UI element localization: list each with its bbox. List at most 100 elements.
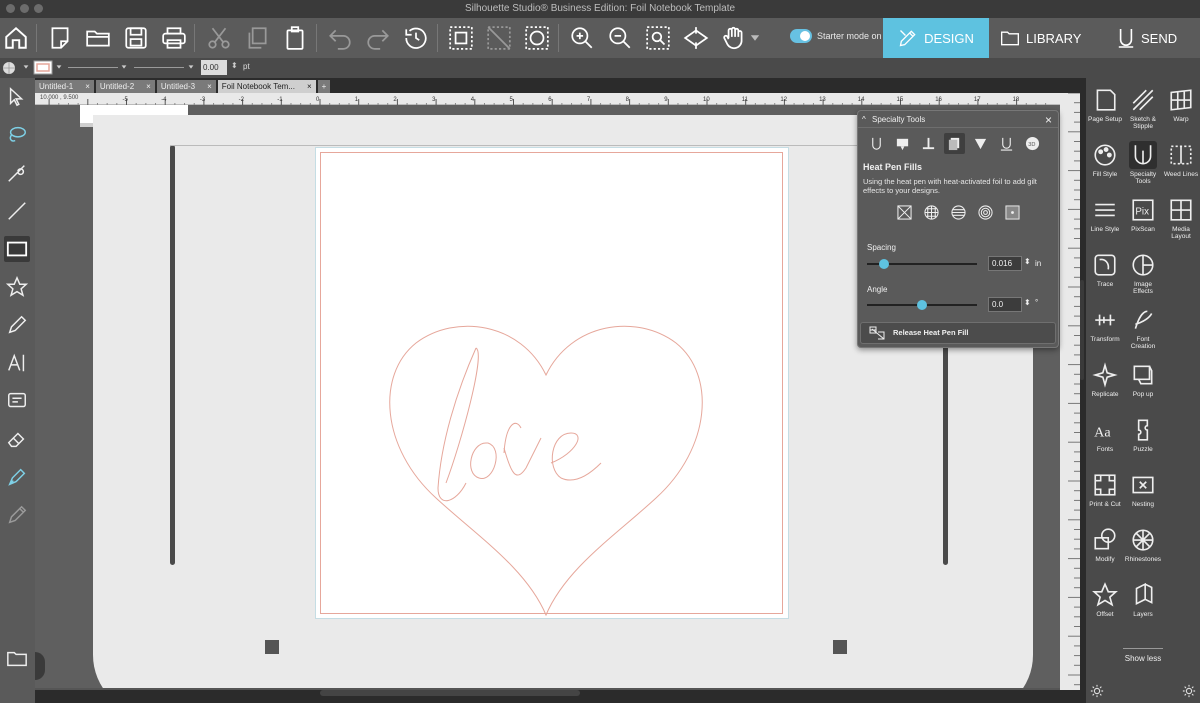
line-style-preview[interactable] xyxy=(68,67,118,68)
panel-trace[interactable]: Trace xyxy=(1086,247,1124,301)
fit-to-page-icon[interactable] xyxy=(680,22,712,54)
text-box-tool-icon[interactable] xyxy=(4,388,30,414)
panel-fonts[interactable]: Aa Fonts xyxy=(1086,412,1124,466)
save-icon[interactable] xyxy=(120,22,152,54)
panel-modify[interactable]: Modify xyxy=(1086,522,1124,576)
lines-fill-icon[interactable] xyxy=(950,204,967,221)
folder-icon[interactable] xyxy=(4,646,30,672)
minimize-window-button[interactable] xyxy=(20,4,29,13)
panel-transform[interactable]: Transform xyxy=(1086,302,1124,356)
panel-page-setup[interactable]: Page Setup xyxy=(1086,82,1124,136)
panel-warp[interactable]: Warp xyxy=(1162,82,1200,136)
close-tab-icon[interactable]: × xyxy=(307,80,312,93)
angle-slider[interactable] xyxy=(867,300,977,310)
spacing-slider-knob[interactable] xyxy=(878,259,889,269)
panel-print-cut[interactable]: Print & Cut xyxy=(1086,467,1124,521)
tab-untitled-1[interactable]: Untitled-1 × xyxy=(35,80,94,93)
compound-path-icon[interactable] xyxy=(521,22,553,54)
chevron-down-icon[interactable] xyxy=(22,63,30,71)
eyedropper-tool-icon[interactable] xyxy=(4,502,30,528)
panel-image-effects[interactable]: Image Effects xyxy=(1124,247,1162,301)
zoom-selection-icon[interactable] xyxy=(642,22,674,54)
pan-hand-icon[interactable] xyxy=(718,22,750,54)
heat-pen-fill-tool-icon[interactable] xyxy=(944,133,965,154)
tab-untitled-3[interactable]: Untitled-3 × xyxy=(156,80,216,93)
zoom-out-icon[interactable] xyxy=(604,22,636,54)
home-icon[interactable] xyxy=(0,22,32,54)
panel-specialty-tools[interactable]: Specialty Tools xyxy=(1124,137,1162,191)
vertical-scrollbar[interactable] xyxy=(1080,280,1084,380)
no-fill-icon[interactable] xyxy=(896,204,913,221)
point-edit-tool-icon[interactable] xyxy=(4,122,30,148)
zoom-in-icon[interactable] xyxy=(566,22,598,54)
release-heat-pen-fill-button[interactable]: Release Heat Pen Fill xyxy=(860,322,1056,344)
engrave-tool-icon[interactable] xyxy=(996,133,1017,154)
select-tool-icon[interactable] xyxy=(4,84,30,110)
eraser-tool-icon[interactable] xyxy=(4,426,30,452)
settings-gear-icon[interactable] xyxy=(1090,684,1104,698)
panel-replicate[interactable]: Replicate xyxy=(1086,357,1124,411)
concentric-fill-icon[interactable] xyxy=(977,204,994,221)
panel-font-creation[interactable]: Font Creation xyxy=(1124,302,1162,356)
collapse-icon[interactable]: ^ xyxy=(862,111,866,128)
design-tab[interactable]: DESIGN xyxy=(883,18,989,58)
chevron-down-icon[interactable] xyxy=(55,63,63,71)
spacing-slider[interactable] xyxy=(867,259,977,269)
zoom-window-button[interactable] xyxy=(34,4,43,13)
line-width-preview[interactable] xyxy=(134,67,184,68)
close-icon[interactable]: × xyxy=(1045,112,1052,129)
panel-nesting[interactable]: Nesting xyxy=(1124,467,1162,521)
open-folder-icon[interactable] xyxy=(82,22,114,54)
panel-header[interactable]: ^ Specialty Tools × xyxy=(858,111,1058,128)
solid-fill-icon[interactable] xyxy=(1004,204,1021,221)
heat-pen-tool-icon[interactable] xyxy=(866,133,887,154)
line-width-input[interactable]: 0.00 xyxy=(201,60,227,75)
polygon-tool-icon[interactable] xyxy=(4,274,30,300)
panel-fill-style[interactable]: Fill Style xyxy=(1086,137,1124,191)
panel-pixscan[interactable]: Pix PixScan xyxy=(1124,192,1162,246)
emboss-tool-icon[interactable] xyxy=(892,133,913,154)
copy-icon[interactable] xyxy=(241,22,273,54)
preferences-gear-icon[interactable] xyxy=(1182,684,1196,698)
starter-mode-toggle[interactable]: Starter mode on xyxy=(790,29,882,43)
tab-untitled-2[interactable]: Untitled-2 × xyxy=(95,80,155,93)
text-tool-icon[interactable] xyxy=(4,350,30,376)
toggle-switch[interactable] xyxy=(790,29,812,43)
group-icon[interactable] xyxy=(445,22,477,54)
library-tab[interactable]: LIBRARY xyxy=(1000,18,1081,58)
panel-media-layout[interactable]: Media Layout xyxy=(1162,192,1200,246)
new-document-icon[interactable] xyxy=(44,22,76,54)
stepper-icon[interactable]: ⬍ xyxy=(1024,257,1031,266)
pen-tool-icon[interactable] xyxy=(4,464,30,490)
chevron-down-icon[interactable] xyxy=(120,63,128,71)
tab-foil-notebook[interactable]: Foil Notebook Tem... × xyxy=(217,80,316,93)
close-tab-icon[interactable]: × xyxy=(146,80,151,93)
knife-tool-icon[interactable] xyxy=(4,160,30,186)
3d-tool-icon[interactable]: 3D xyxy=(1022,133,1043,154)
panel-sketch-stipple[interactable]: Sketch & Stipple xyxy=(1124,82,1162,136)
panel-puzzle[interactable]: Puzzle xyxy=(1124,412,1162,466)
ungroup-icon[interactable] xyxy=(483,22,515,54)
fill-color-icon[interactable] xyxy=(2,61,20,75)
draw-tool-icon[interactable] xyxy=(4,312,30,338)
angle-input[interactable]: 0.0 xyxy=(988,297,1022,312)
chevron-down-icon[interactable] xyxy=(748,22,762,54)
print-icon[interactable] xyxy=(158,22,190,54)
chevron-down-icon[interactable] xyxy=(187,63,195,71)
line-color-icon[interactable] xyxy=(33,60,53,75)
new-tab-button[interactable]: + xyxy=(317,80,331,93)
paste-icon[interactable] xyxy=(279,22,311,54)
stepper-icon[interactable]: ⬍ xyxy=(231,61,238,70)
close-tab-icon[interactable]: × xyxy=(85,80,90,93)
grid-fill-icon[interactable] xyxy=(923,204,940,221)
angle-slider-knob[interactable] xyxy=(917,300,927,310)
horizontal-scrollbar[interactable] xyxy=(320,690,580,696)
panel-pop-up[interactable]: Pop up xyxy=(1124,357,1162,411)
rectangle-tool-icon[interactable] xyxy=(4,236,30,262)
close-window-button[interactable] xyxy=(6,4,15,13)
spacing-input[interactable]: 0.016 xyxy=(988,256,1022,271)
history-icon[interactable] xyxy=(400,22,432,54)
send-tab[interactable]: SEND xyxy=(1117,18,1177,58)
heart-love-design[interactable] xyxy=(376,313,716,618)
cut-icon[interactable] xyxy=(203,22,235,54)
